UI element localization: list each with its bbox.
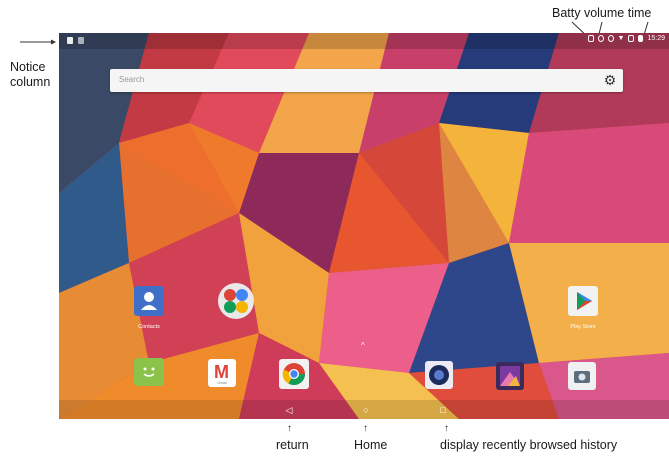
sync-icon xyxy=(607,35,614,42)
battery-icon xyxy=(638,35,644,42)
chrome-app-icon[interactable] xyxy=(279,359,309,389)
search-placeholder: Search xyxy=(119,75,145,84)
wifi-icon: ▼ xyxy=(617,35,625,42)
camera-icon xyxy=(574,371,590,383)
lens-icon xyxy=(429,365,449,385)
lens-app-icon[interactable] xyxy=(425,361,453,389)
camera-app-icon[interactable] xyxy=(568,362,596,390)
play-store-label: Play Store xyxy=(570,324,596,330)
navigation-bar: ◁ ○ □ xyxy=(59,400,669,419)
recents-button-icon[interactable]: □ xyxy=(438,405,448,415)
contacts-app-icon[interactable] xyxy=(134,286,164,316)
folder-apps-icon xyxy=(224,289,248,313)
back-button-icon[interactable]: ◁ xyxy=(284,405,294,415)
gear-icon[interactable]: ⚙ xyxy=(603,73,617,87)
gallery-app-icon[interactable] xyxy=(496,362,524,390)
screenshot-icon xyxy=(587,35,594,42)
app-drawer-caret-icon[interactable]: ^ xyxy=(361,341,365,350)
play-store-app-icon[interactable] xyxy=(568,286,598,316)
play-icon xyxy=(577,292,592,310)
gallery-icon xyxy=(500,366,520,386)
google-folder-icon[interactable] xyxy=(218,283,254,319)
notification-icon xyxy=(78,37,84,44)
status-icons: ▼ 15:29 xyxy=(587,35,665,42)
search-bar[interactable]: Search ⚙ xyxy=(110,69,623,92)
chrome-icon xyxy=(282,363,305,385)
contacts-label: Contacts xyxy=(138,324,160,330)
smiley-icon xyxy=(143,367,155,377)
home-button-icon[interactable]: ○ xyxy=(361,405,371,415)
messaging-app-icon[interactable] xyxy=(134,358,164,386)
gmail-m-glyph: M xyxy=(214,362,229,382)
clock: 15:29 xyxy=(647,35,665,42)
notification-icon xyxy=(67,37,73,44)
gmail-app-icon[interactable]: M Gmail xyxy=(208,359,236,387)
signal-icon xyxy=(628,35,635,42)
person-icon xyxy=(141,292,157,310)
status-bar[interactable]: ▼ 15:29 xyxy=(59,33,669,49)
sound-icon xyxy=(597,35,604,42)
gmail-sub-glyph: Gmail xyxy=(217,381,227,385)
tablet-screen: ▼ 15:29 Search ⚙ Contacts Play Store ^ M… xyxy=(59,33,669,419)
notification-icons[interactable] xyxy=(67,37,84,44)
